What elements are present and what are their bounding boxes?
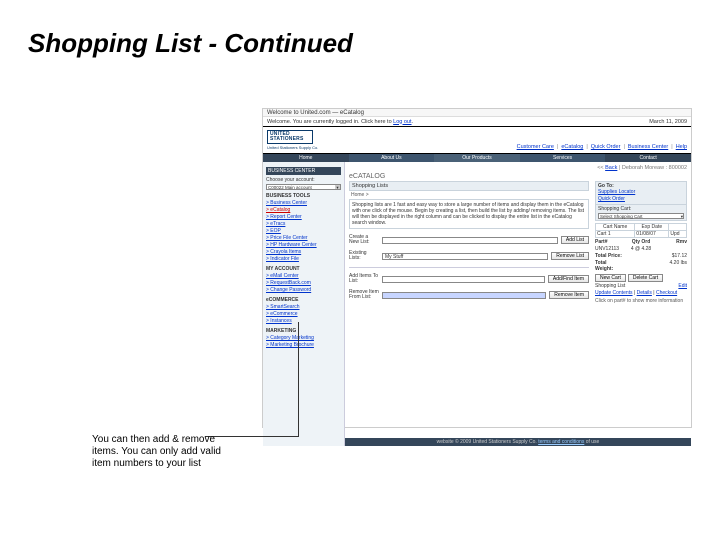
link-business-center[interactable]: Business Center: [628, 144, 668, 150]
nav-services[interactable]: Services: [520, 154, 606, 162]
screenshot: Welcome to United.com — eCatalog Welcome…: [262, 108, 692, 428]
link-help[interactable]: Help: [676, 144, 687, 150]
link-quick-order[interactable]: Quick Order: [591, 144, 621, 150]
welcome-bar: Welcome. You are currently logged in. Cl…: [263, 117, 691, 127]
welcome-text: Welcome. You are currently logged in. Cl…: [267, 119, 393, 125]
choose-account-label: Choose your account:: [266, 177, 341, 183]
sidebar-hdr-business-center: BUSINESS CENTER: [266, 167, 341, 175]
logo: UNITEDSTATIONERS United Stationers Suppl…: [267, 130, 327, 150]
sidebar-link[interactable]: > eMail Center: [266, 273, 341, 280]
remove-item-input[interactable]: [382, 292, 546, 299]
sidebar-link[interactable]: > Report Center: [266, 214, 341, 221]
checkout-link[interactable]: Checkout: [656, 290, 677, 296]
sidebar-link[interactable]: > eCommerce: [266, 311, 341, 318]
new-cart-button[interactable]: New Cart: [595, 274, 626, 282]
terms-link[interactable]: terms and conditions: [538, 439, 584, 445]
link-customer-care[interactable]: Customer Care: [517, 144, 554, 150]
remove-list-button[interactable]: Remove List: [551, 252, 589, 260]
panel-sub: Home >: [349, 191, 589, 199]
add-find-item-button[interactable]: Add/Find Item: [548, 275, 589, 283]
logout-link[interactable]: Log out: [393, 119, 411, 125]
nav-home[interactable]: Home: [263, 154, 349, 162]
create-label: Create a New List:: [349, 235, 379, 245]
existing-input[interactable]: My Stuff: [382, 253, 548, 260]
page-title: Shopping List - Continued: [28, 28, 353, 59]
nav-about[interactable]: About Us: [349, 154, 435, 162]
right-panel: Go To: Supplies Locator Quick Order Shop…: [595, 181, 687, 304]
date-text: March 11, 2009: [649, 119, 687, 125]
update-contents-link[interactable]: Update Contents: [595, 290, 633, 296]
link-ecatalog[interactable]: eCatalog: [561, 144, 583, 150]
add-items-label: Add Items To List:: [349, 274, 379, 284]
callout-line-v: [298, 322, 299, 436]
sidebar-group-my-account: MY ACCOUNT: [266, 266, 341, 272]
sidebar-group-marketing: MARKETING: [266, 328, 341, 334]
sidebar: BUSINESS CENTER Choose your account: C00…: [263, 162, 345, 446]
ecatalog-title: eCATALOG: [349, 173, 687, 180]
panel-blurb: Shopping lists are 1 fast and easy way t…: [349, 199, 589, 229]
account-dropdown[interactable]: C00022 Main account▾: [266, 184, 341, 190]
footer: website © 2009 United Stationers Supply …: [345, 438, 691, 446]
goto-link[interactable]: Supplies Locator: [598, 189, 684, 196]
sidebar-link[interactable]: > SmartSearch: [266, 304, 341, 311]
sidebar-link[interactable]: > Marketing Brochure: [266, 342, 341, 349]
sidebar-link[interactable]: > RequestBack.com: [266, 280, 341, 287]
details-link[interactable]: Details: [637, 290, 652, 296]
sidebar-link[interactable]: > Instances: [266, 318, 341, 325]
sidebar-link[interactable]: > eCatalog: [266, 207, 341, 214]
sidebar-link[interactable]: > Indicator File: [266, 256, 341, 263]
add-items-input[interactable]: [382, 276, 545, 283]
create-input[interactable]: [382, 237, 558, 244]
sidebar-link[interactable]: > Business Center: [266, 200, 341, 207]
nav-contact[interactable]: Contact: [605, 154, 691, 162]
existing-label: Existing Lists:: [349, 251, 379, 261]
goto-link[interactable]: Quick Order: [598, 196, 684, 203]
delete-cart-button[interactable]: Delete Cart: [628, 274, 663, 282]
edit-link[interactable]: Edit: [678, 283, 687, 289]
back-link[interactable]: Back: [605, 165, 617, 171]
cart-table: Cart NameExp Date Cart 101/08/07Upd: [595, 223, 687, 238]
cart-select[interactable]: Select Shopping Cart▾: [598, 213, 684, 219]
sidebar-group-ecommerce: eCOMMERCE: [266, 297, 341, 303]
sidebar-link[interactable]: > Category Marketing: [266, 335, 341, 342]
nav-products[interactable]: Our Products: [434, 154, 520, 162]
sidebar-group-business-tools: BUSINESS TOOLS: [266, 193, 341, 199]
sidebar-link[interactable]: > Crayola Items: [266, 249, 341, 256]
remove-item-button[interactable]: Remove Item: [549, 291, 589, 299]
navbar: Home About Us Our Products Services Cont…: [263, 154, 691, 162]
url-bar: Welcome to United.com — eCatalog: [263, 109, 691, 117]
sidebar-link[interactable]: > EOP: [266, 228, 341, 235]
caption: You can then add & remove items. You can…: [92, 434, 242, 470]
sidebar-link[interactable]: > Change Password: [266, 287, 341, 294]
sidebar-link[interactable]: > eTracs: [266, 221, 341, 228]
info-text: Click on part# to show more information: [595, 298, 687, 304]
add-list-button[interactable]: Add List: [561, 236, 589, 244]
remove-item-label: Remove Item From List:: [349, 290, 379, 300]
sidebar-link[interactable]: > HP Hardware Center: [266, 242, 341, 249]
cart-title: Shopping Cart:: [598, 206, 631, 212]
panel-header: Shopping Lists: [349, 181, 589, 191]
sidebar-link[interactable]: > Price File Center: [266, 235, 341, 242]
breadcrumb: << Back | Deborah Moreaw : 800002: [349, 165, 687, 171]
top-links: Customer Care| eCatalog| Quick Order| Bu…: [517, 144, 687, 150]
